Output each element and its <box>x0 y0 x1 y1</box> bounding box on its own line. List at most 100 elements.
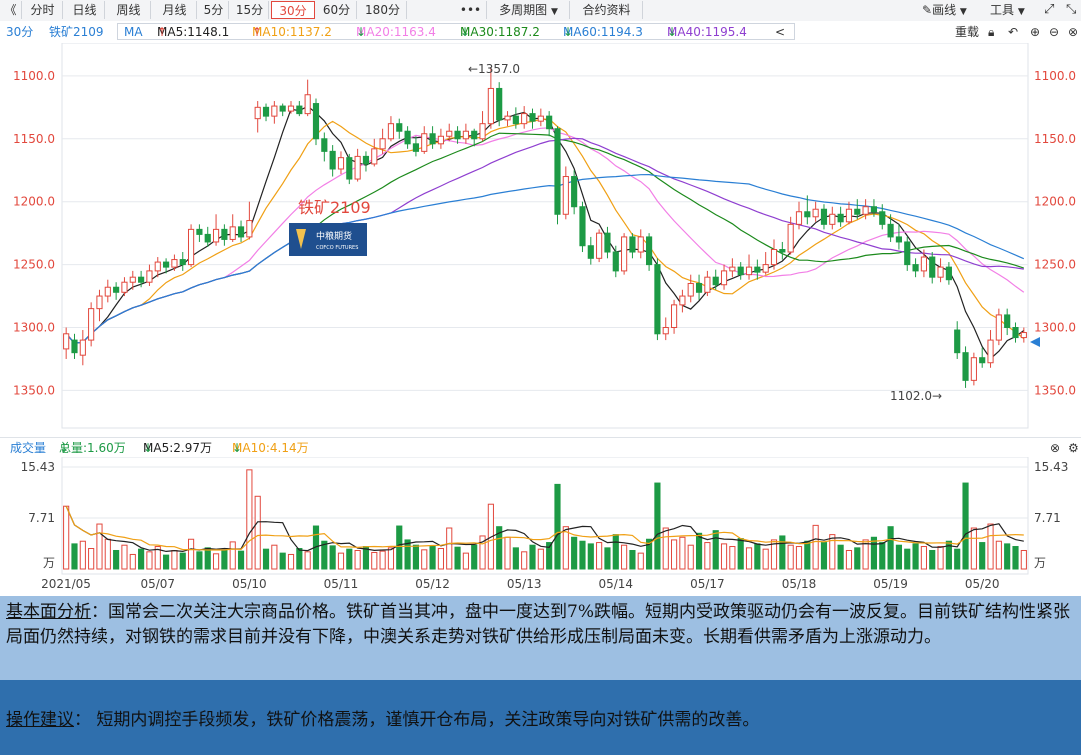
tools-button[interactable]: 工具 ▼ <box>990 1 1025 19</box>
contract-info-button[interactable]: 合约资料 <box>571 1 643 19</box>
logo-sub: COFCO FUTURES <box>316 245 358 251</box>
volume-chart[interactable]: 15.43 15.43 7.71 7.71 万 万 2021/05 05/07 05/10 05… <box>0 457 1081 596</box>
candle-body <box>262 106 270 117</box>
candle-body <box>879 211 886 225</box>
volume-bar <box>138 548 145 570</box>
volume-bar <box>471 544 478 570</box>
volume-bar <box>187 538 195 570</box>
zoom-out-icon[interactable]: ⊖ <box>1049 21 1059 43</box>
expand-icon[interactable]: ⤢ <box>1044 1 1054 19</box>
up-arrow-icon: ↑ <box>157 25 168 39</box>
candle-body <box>812 208 819 218</box>
volume-bar <box>612 534 619 570</box>
low-price-label: 1102.0→ <box>890 389 942 403</box>
candle-body <box>421 133 428 152</box>
down-arrow-icon: ↓ <box>59 441 70 455</box>
collapse-button[interactable]: < <box>775 21 785 43</box>
volume-bar <box>779 535 786 570</box>
volume-ma10-text: MA10:4.14万 <box>232 441 309 455</box>
candle-body <box>296 105 303 115</box>
date-tick-label: 05/18 <box>782 577 817 591</box>
volume-bar <box>71 543 78 570</box>
volume-bar <box>287 553 295 570</box>
candle-body <box>129 276 136 283</box>
volume-tick-label: 7.71 <box>28 511 55 525</box>
volume-bar <box>596 542 603 570</box>
symbol-label[interactable]: 铁矿2109 <box>49 21 104 43</box>
y-tick-label: 1300.0 <box>13 321 55 335</box>
volume-bar <box>679 536 686 570</box>
zoom-in-icon[interactable]: ⊕ <box>1030 21 1040 43</box>
chevron-down-icon: ▼ <box>1017 7 1025 17</box>
volume-unit-label: 万 <box>43 556 55 570</box>
lock-icon[interactable]: 🔒︎ <box>988 21 994 43</box>
volume-bar <box>562 526 569 570</box>
candle-body <box>829 213 836 225</box>
volume-bar <box>387 547 395 570</box>
candle-body <box>487 87 494 125</box>
volume-bar <box>795 546 803 570</box>
volume-bar <box>962 482 969 570</box>
candles <box>63 67 1027 388</box>
candle-body <box>679 295 686 306</box>
date-tick-label: 05/11 <box>324 577 359 591</box>
volume-bar <box>146 551 153 570</box>
period-button[interactable]: 15分 <box>231 1 269 19</box>
undo-icon[interactable]: ↶ <box>1008 21 1018 43</box>
candle-body <box>437 135 444 145</box>
volume-bar <box>254 495 261 570</box>
volume-bar <box>337 552 345 570</box>
ma30-text: MA30:1187.2 <box>460 25 540 39</box>
y-tick-label-right: 1200.0 <box>1034 195 1076 209</box>
nav-left-button[interactable]: 《 <box>0 1 22 19</box>
candle-body <box>596 232 603 259</box>
volume-bar <box>704 542 711 570</box>
period-button[interactable]: 周线 <box>107 1 151 19</box>
candle-body <box>379 138 386 150</box>
volume-title[interactable]: 成交量 <box>10 438 46 458</box>
candle-body <box>321 138 328 152</box>
volume-bar <box>762 548 769 570</box>
candle-body <box>887 223 894 238</box>
candle-body <box>96 295 103 310</box>
ma-label[interactable]: MA <box>124 21 143 43</box>
advice-title: 操作建议 <box>6 710 74 730</box>
multi-period-dropdown[interactable]: 多周期图 ▼ <box>488 1 570 19</box>
candle-body <box>287 105 295 112</box>
candle-body <box>271 105 278 117</box>
shrink-icon[interactable]: ⤡ <box>1066 1 1076 19</box>
reset-button[interactable]: 重载 <box>955 21 979 43</box>
candle-body <box>920 256 927 272</box>
y-tick-label-right: 1100.0 <box>1034 69 1076 83</box>
period-button[interactable]: 60分 <box>317 1 357 19</box>
candlestick-chart[interactable]: 1350.0 1350.0 1300.0 1300.0 1250.0 1250.0 1200… <box>0 43 1081 437</box>
period-button[interactable]: 日线 <box>65 1 105 19</box>
volume-bar <box>629 549 636 570</box>
gear-icon[interactable]: ⚙ <box>1068 438 1079 458</box>
candle-body <box>912 264 919 272</box>
candle-body <box>521 113 528 125</box>
ma60-text: MA60:1194.3 <box>563 25 643 39</box>
volume-bar <box>812 524 819 570</box>
logo-text: 中粮期货 <box>316 230 352 242</box>
volume-bar <box>229 541 236 570</box>
period-button[interactable]: 30分 <box>271 1 315 19</box>
period-button[interactable]: 180分 <box>359 1 407 19</box>
period-button[interactable]: 5分 <box>199 1 229 19</box>
more-button[interactable]: ••• <box>455 1 487 19</box>
down-arrow-icon: ↓ <box>232 441 243 455</box>
period-button[interactable]: 分时 <box>23 1 63 19</box>
volume-bar <box>529 544 536 570</box>
volume-bar <box>462 552 469 570</box>
y-tick-label: 1350.0 <box>13 383 55 397</box>
volume-bar <box>96 523 103 570</box>
volume-bar <box>904 548 911 570</box>
close-icon[interactable]: ⊗ <box>1068 21 1078 43</box>
period-button[interactable]: 月线 <box>153 1 197 19</box>
volume-bar <box>754 543 761 570</box>
draw-button[interactable]: ✎画线 ▼ <box>922 1 967 19</box>
candle-body <box>612 251 619 272</box>
down-arrow-icon: ↓ <box>667 25 678 39</box>
close-icon[interactable]: ⊗ <box>1050 438 1060 458</box>
volume-bar <box>279 552 286 570</box>
